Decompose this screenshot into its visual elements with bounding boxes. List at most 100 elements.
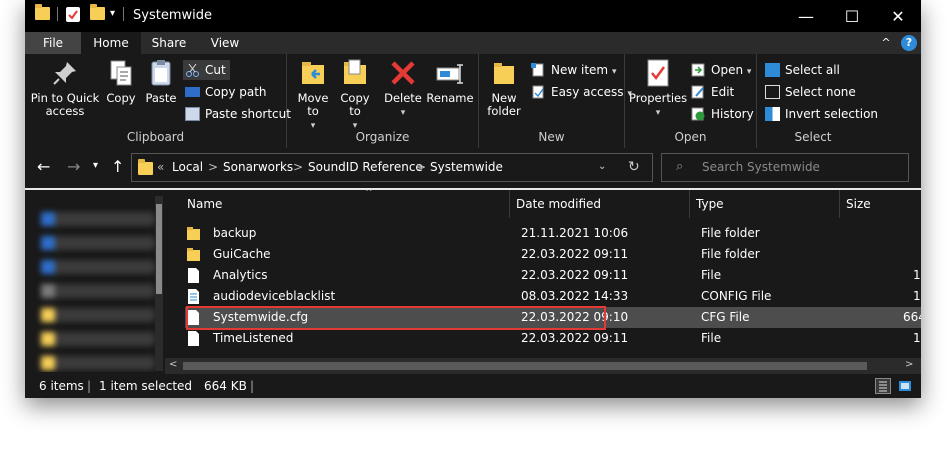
search-box[interactable]: ⌕ Search Systemwide (661, 153, 909, 182)
tab-view[interactable]: View (197, 32, 253, 54)
copy-to-label: Copy to (340, 91, 370, 118)
copy-to-icon (340, 58, 370, 88)
tab-share[interactable]: Share (141, 32, 197, 54)
clipboard-group: Pin to Quick access Copy Paste Cut Copy … (25, 54, 291, 148)
details-view-icon[interactable] (875, 378, 891, 394)
file-name: TimeListened (213, 331, 294, 345)
column-header-type[interactable]: Type (690, 190, 840, 218)
address-bar[interactable]: « Local > Sonarworks > SoundID Reference… (131, 153, 653, 182)
tab-home[interactable]: Home (81, 32, 141, 54)
up-arrow-icon[interactable]: ↑ (111, 157, 124, 176)
new-item-button[interactable]: New item ▾ (529, 60, 616, 80)
items-count: 6 items (39, 379, 84, 393)
horizontal-scrollbar[interactable]: < > (165, 358, 921, 374)
status-separator: | (87, 379, 92, 393)
back-arrow-icon[interactable]: ← (37, 157, 50, 176)
help-icon[interactable]: ? (901, 35, 917, 51)
folder-icon (187, 248, 200, 261)
paste-label: Paste (145, 91, 177, 105)
paste-button[interactable]: Paste (141, 58, 181, 105)
column-header-size[interactable]: Size (840, 190, 921, 218)
file-type: CFG File (701, 310, 750, 324)
new-folder-button[interactable]: New folder (483, 58, 525, 118)
move-to-icon (298, 58, 328, 88)
refresh-icon[interactable]: ↻ (628, 159, 640, 175)
collapse-ribbon-icon[interactable]: ^ (877, 32, 895, 54)
recent-locations-chevron-icon[interactable]: ▾ (93, 160, 98, 171)
config-file-icon (188, 289, 199, 304)
maximize-button[interactable]: ☐ (829, 0, 875, 32)
column-header-date-modified[interactable]: Date modified (510, 190, 690, 218)
search-input[interactable]: Search Systemwide (702, 160, 820, 174)
file-name: audiodeviceblacklist (213, 289, 336, 303)
history-label: History (711, 107, 754, 121)
edit-button[interactable]: Edit (689, 82, 734, 102)
customize-quick-access-icon[interactable]: ▾ (110, 8, 115, 19)
file-icon (188, 331, 199, 346)
history-icon (691, 107, 706, 121)
new-folder-icon (489, 58, 519, 88)
properties-button[interactable]: Properties ▾ (629, 58, 687, 120)
move-to-button[interactable]: Move to ▾ (293, 58, 333, 133)
file-row[interactable]: TimeListened 22.03.2022 09:11 File 1 K (185, 328, 921, 349)
breadcrumb-soundid-reference[interactable]: SoundID Reference (308, 160, 423, 174)
file-row[interactable]: GuiCache 22.03.2022 09:11 File folder (185, 244, 921, 265)
scroll-right-icon[interactable]: > (905, 359, 913, 370)
history-button[interactable]: History (689, 104, 754, 124)
explorer-window: ▾ Systemwide — ☐ ✕ File Home Share View … (25, 0, 921, 398)
properties-label: Properties (629, 91, 688, 105)
properties-quick-icon[interactable] (66, 7, 80, 22)
close-button[interactable]: ✕ (875, 0, 921, 32)
open-group-label: Open (674, 130, 707, 144)
pin-to-quick-access-button[interactable]: Pin to Quick access (29, 58, 101, 118)
file-type: File (701, 268, 722, 282)
navigation-pane-scrollbar[interactable] (155, 196, 163, 371)
select-group-label: Select (794, 130, 832, 144)
copy-button[interactable]: Copy (101, 58, 141, 105)
new-group: New folder New item ▾ Easy access ▾ New (479, 54, 632, 148)
address-dropdown-chevron-icon[interactable]: ⌄ (598, 161, 606, 172)
column-header-name[interactable]: Name (181, 190, 510, 218)
copy-to-button[interactable]: Copy to ▾ (335, 58, 375, 133)
easy-access-button[interactable]: Easy access ▾ (529, 82, 632, 102)
tab-file[interactable]: File (25, 32, 81, 54)
large-icons-view-icon[interactable] (897, 378, 913, 394)
breadcrumb-sonarworks[interactable]: Sonarworks (223, 160, 293, 174)
file-name: Analytics (213, 268, 268, 282)
delete-button[interactable]: Delete ▾ (381, 58, 425, 120)
breadcrumb-systemwide[interactable]: Systemwide (430, 160, 503, 174)
minimize-button[interactable]: — (783, 0, 829, 32)
copy-icon (106, 58, 136, 88)
navigation-pane[interactable] (25, 190, 165, 372)
rename-button[interactable]: Rename (425, 58, 475, 105)
open-button[interactable]: Open ▾ (689, 60, 751, 80)
forward-arrow-icon[interactable]: → (67, 157, 80, 176)
copy-path-button[interactable]: Copy path (183, 82, 267, 102)
breadcrumb-local[interactable]: Local (172, 160, 203, 174)
file-size: 1 K (913, 289, 921, 303)
separator (123, 7, 124, 21)
select-all-button[interactable]: Select all (763, 60, 840, 80)
select-none-button[interactable]: Select none (763, 82, 856, 102)
scroll-left-icon[interactable]: < (169, 359, 177, 370)
organize-group: Move to ▾ Copy to ▾ Delete ▾ Rename Orga… (287, 54, 479, 148)
scrollbar-thumb[interactable] (183, 362, 867, 370)
paste-shortcut-button[interactable]: Paste shortcut (183, 104, 291, 124)
invert-selection-button[interactable]: Invert selection (763, 104, 878, 124)
breadcrumb-overflow[interactable]: « (157, 160, 164, 174)
file-row[interactable]: audiodeviceblacklist 08.03.2022 14:33 CO… (185, 286, 921, 307)
selection-highlight-box (186, 306, 606, 330)
new-folder-quick-icon[interactable] (90, 4, 105, 20)
select-none-icon (765, 85, 780, 99)
edit-label: Edit (711, 85, 735, 99)
scissors-icon (185, 63, 200, 77)
file-type: File folder (701, 226, 760, 240)
selected-count: 1 item selected (99, 379, 193, 393)
new-folder-label: New folder (487, 91, 521, 118)
easy-access-label: Easy access (551, 85, 624, 99)
ribbon-tabs: File Home Share View ^ ? (25, 32, 921, 54)
file-row[interactable]: backup 21.11.2021 10:06 File folder (185, 223, 921, 244)
cut-button[interactable]: Cut (183, 60, 230, 80)
scrollbar-thumb[interactable] (156, 204, 162, 294)
file-row[interactable]: Analytics 22.03.2022 09:11 File 1 K (185, 265, 921, 286)
